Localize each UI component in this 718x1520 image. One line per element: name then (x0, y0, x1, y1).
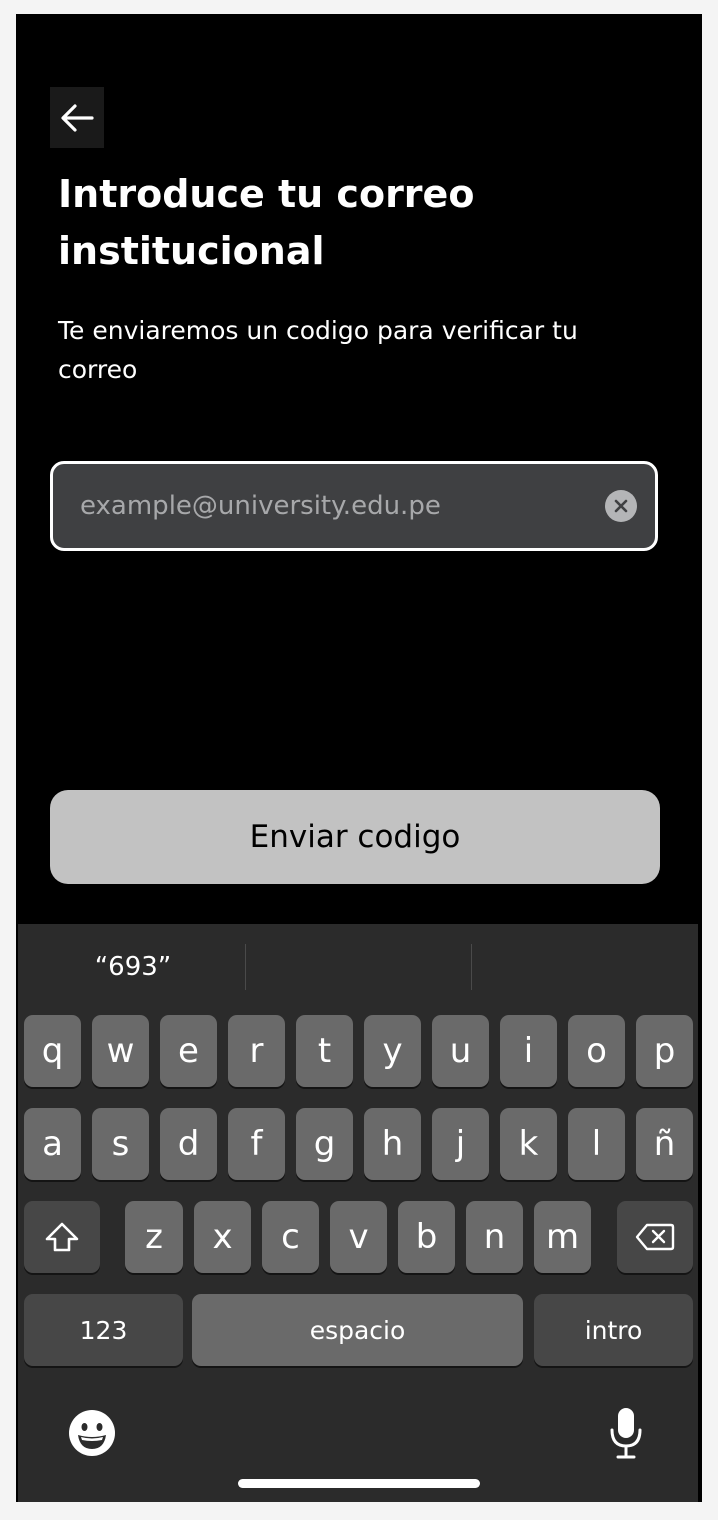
send-code-button[interactable]: Enviar codigo (50, 790, 660, 884)
emoji-button[interactable] (68, 1409, 116, 1461)
key-a[interactable]: a (24, 1108, 81, 1180)
key-b[interactable]: b (398, 1201, 455, 1273)
microphone-button[interactable] (608, 1406, 644, 1464)
key-o[interactable]: o (568, 1015, 625, 1087)
email-input[interactable] (78, 490, 605, 522)
key-s[interactable]: s (92, 1108, 149, 1180)
key-k[interactable]: k (500, 1108, 557, 1180)
key-i[interactable]: i (500, 1015, 557, 1087)
close-icon (614, 499, 628, 513)
key-t[interactable]: t (296, 1015, 353, 1087)
microphone-icon (610, 1408, 642, 1459)
key-r[interactable]: r (228, 1015, 285, 1087)
key-u[interactable]: u (432, 1015, 489, 1087)
emoji-icon (69, 1410, 115, 1456)
arrow-left-icon (61, 103, 94, 132)
suggestion-item[interactable] (246, 944, 472, 990)
key-g[interactable]: g (296, 1108, 353, 1180)
suggestion-item[interactable] (472, 944, 698, 990)
key-p[interactable]: p (636, 1015, 693, 1087)
key-m[interactable]: m (534, 1201, 591, 1273)
keyboard: “693” q w e r t y u i o p a s d f g h j … (18, 924, 698, 1502)
page-subtitle: Te enviaremos un codigo para verificar t… (58, 316, 578, 384)
key-c[interactable]: c (262, 1201, 319, 1273)
key-h[interactable]: h (364, 1108, 421, 1180)
key-j[interactable]: j (432, 1108, 489, 1180)
key-e[interactable]: e (160, 1015, 217, 1087)
email-field[interactable] (50, 461, 658, 551)
key-d[interactable]: d (160, 1108, 217, 1180)
key-f[interactable]: f (228, 1108, 285, 1180)
back-button[interactable] (50, 87, 104, 148)
suggestion-bar: “693” (18, 924, 698, 1010)
shift-key[interactable] (24, 1201, 100, 1273)
key-enye[interactable]: ñ (636, 1108, 693, 1180)
clear-button[interactable] (605, 490, 637, 522)
return-key[interactable]: intro (534, 1294, 693, 1366)
key-z[interactable]: z (125, 1201, 183, 1273)
key-n[interactable]: n (466, 1201, 523, 1273)
key-l[interactable]: l (568, 1108, 625, 1180)
screen: Introduce tu correo institucional Te env… (16, 14, 702, 1502)
suggestion-item[interactable]: “693” (20, 944, 246, 990)
key-y[interactable]: y (364, 1015, 421, 1087)
key-v[interactable]: v (330, 1201, 387, 1273)
page-title: Introduce tu correo institucional (58, 172, 475, 273)
shift-icon (45, 1222, 79, 1252)
key-x[interactable]: x (194, 1201, 251, 1273)
backspace-key[interactable] (617, 1201, 693, 1273)
key-q[interactable]: q (24, 1015, 81, 1087)
numbers-key[interactable]: 123 (24, 1294, 183, 1366)
backspace-icon (635, 1223, 675, 1251)
space-key[interactable]: espacio (192, 1294, 523, 1366)
key-w[interactable]: w (92, 1015, 149, 1087)
home-indicator[interactable] (238, 1479, 480, 1488)
